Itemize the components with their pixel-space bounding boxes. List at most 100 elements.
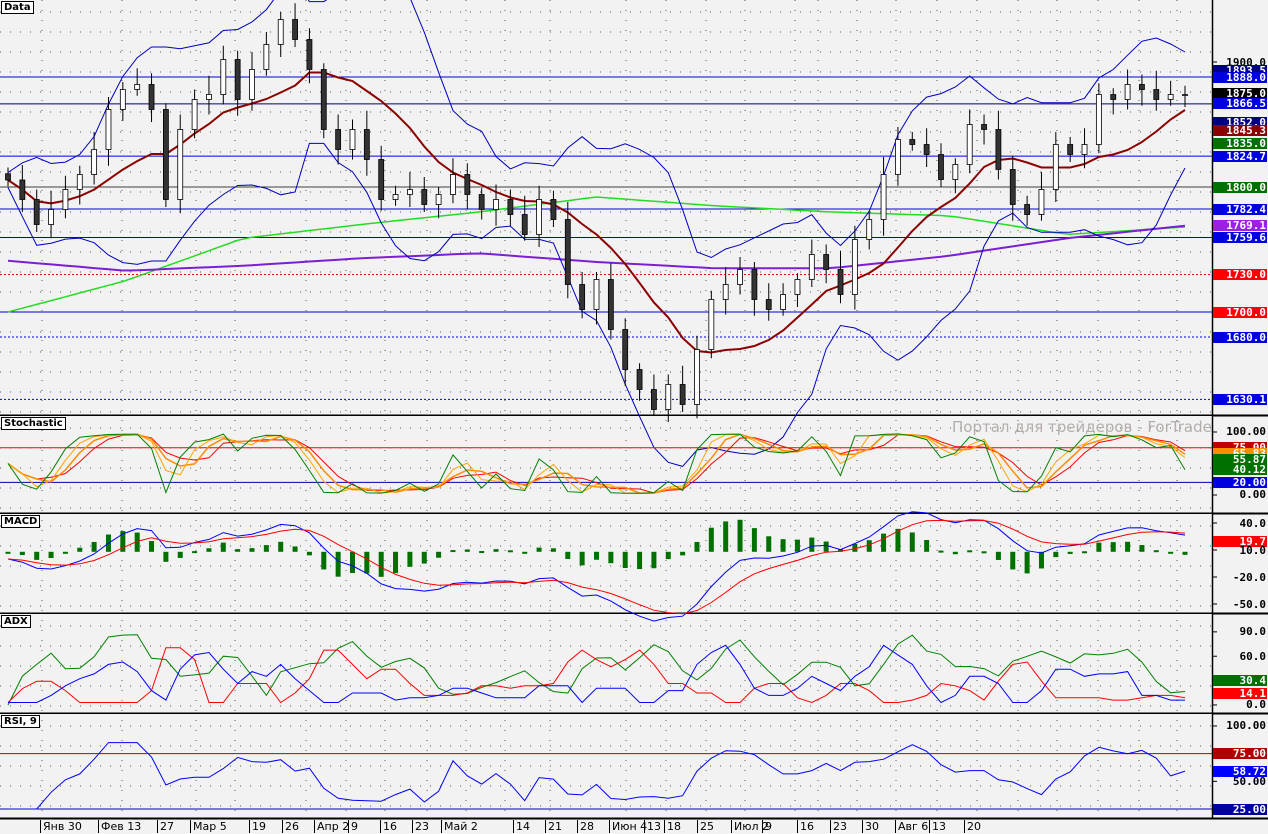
candle (320, 69, 327, 130)
macd-histogram-bar (450, 550, 456, 553)
candle (1038, 189, 1045, 215)
candle (866, 219, 873, 240)
macd-histogram-bar (665, 551, 671, 560)
macd-histogram-bar (952, 551, 958, 555)
panel-bg (0, 514, 1212, 613)
candle (19, 179, 26, 200)
candle (33, 199, 40, 225)
candle (407, 189, 413, 195)
rsi-axis-label: 50.00 (1232, 774, 1266, 788)
macd-histogram-bar (637, 551, 643, 570)
chart-canvas (0, 0, 1268, 820)
macd-histogram-bar (206, 548, 212, 552)
macd-histogram-bar (421, 551, 427, 564)
x-tick-label: 13 (644, 820, 661, 833)
macd-histogram-bar (1139, 545, 1145, 552)
macd-histogram-bar (694, 541, 700, 552)
candle (249, 69, 255, 100)
price-axis-label: 1700.0 (1213, 306, 1267, 318)
macd-histogram-bar (48, 551, 54, 558)
candle (349, 129, 356, 150)
macd-histogram-bar (407, 551, 413, 567)
x-tick-label: 30 (862, 820, 879, 833)
price-axis-label: 1680.0 (1213, 331, 1267, 343)
macd-histogram-bar (1053, 551, 1059, 558)
price-axis-label: 1730.0 (1213, 269, 1267, 280)
candle (1139, 84, 1145, 90)
candle (708, 299, 715, 350)
candle (622, 329, 629, 370)
macd-histogram-bar (1110, 542, 1116, 552)
candle (550, 199, 557, 220)
macd-histogram-bar (737, 519, 743, 552)
macd-histogram-bar (823, 541, 829, 552)
candle (363, 129, 370, 160)
macd-histogram-bar (751, 528, 757, 552)
macd-histogram-bar (364, 551, 370, 574)
stochastic-axis-label: 40.12 (1213, 464, 1267, 476)
x-tick-label: 20 (964, 820, 981, 833)
adx-axis-label: 30.4 (1213, 674, 1267, 686)
rsi-axis-label: 100.00 (1226, 719, 1266, 733)
rsi-axis-label: 25.00 (1213, 803, 1267, 815)
macd-histogram-bar (622, 551, 628, 568)
candle (1124, 84, 1131, 100)
panel-title-stochastic: Stochastic (1, 417, 66, 430)
x-tick-label: Авг 6 (895, 820, 928, 833)
candle (981, 124, 987, 130)
candle (564, 219, 571, 285)
x-tick-label: 28 (577, 820, 594, 833)
macd-axis-label: -20.0 (1232, 570, 1266, 584)
macd-histogram-bar (794, 539, 800, 552)
macd-histogram-bar (780, 539, 786, 552)
candle (335, 129, 342, 150)
candle (134, 84, 141, 90)
candle (880, 174, 887, 220)
macd-histogram-bar (278, 541, 284, 552)
stochastic-axis-label: 100.00 (1226, 425, 1266, 439)
macd-histogram-bar (565, 551, 571, 559)
adx-axis-label: 14.1 (1213, 688, 1267, 699)
x-tick-label: 9 (348, 820, 358, 833)
candle (665, 384, 672, 410)
candle (206, 94, 212, 100)
macd-histogram-bar (1038, 551, 1044, 569)
panel-title-adx: ADX (1, 615, 31, 628)
macd-histogram-bar (594, 551, 599, 560)
candle (76, 174, 83, 190)
price-axis-label: 1630.1 (1213, 393, 1267, 405)
macd-histogram-bar (1168, 551, 1174, 554)
macd-histogram-bar (393, 551, 399, 574)
macd-histogram-bar (1182, 551, 1188, 555)
x-tick-label: 25 (697, 820, 714, 833)
price-axis-label: 1769.1 (1213, 220, 1267, 232)
macd-histogram-bar (292, 546, 298, 552)
candle (851, 239, 858, 295)
candle (450, 174, 456, 195)
panel-bg (0, 614, 1212, 713)
macd-histogram-bar (708, 527, 714, 552)
adx-axis-label: 60.0 (1239, 649, 1267, 663)
candle (1052, 144, 1059, 190)
macd-histogram-bar (924, 540, 930, 552)
macd-axis-label: 40.0 (1239, 516, 1267, 530)
x-tick-label: 18 (664, 820, 681, 833)
candle (421, 189, 428, 205)
candle (808, 254, 815, 280)
x-tick-label: 16 (797, 820, 814, 833)
candle (966, 124, 973, 165)
macd-histogram-bar (1096, 542, 1102, 552)
panel-title-macd: MACD (1, 515, 41, 528)
macd-histogram-bar (306, 551, 312, 556)
x-tick-label: 23 (830, 820, 847, 833)
candle (148, 84, 155, 110)
candle (909, 139, 916, 145)
x-tick-label: 23 (412, 820, 429, 833)
macd-histogram-bar (436, 551, 442, 558)
candle (722, 284, 729, 300)
macd-histogram-bar (967, 550, 973, 553)
macd-histogram-bar (5, 551, 11, 554)
macd-histogram-bar (263, 545, 269, 552)
macd-histogram-bar (1067, 551, 1073, 554)
candle (464, 174, 471, 195)
